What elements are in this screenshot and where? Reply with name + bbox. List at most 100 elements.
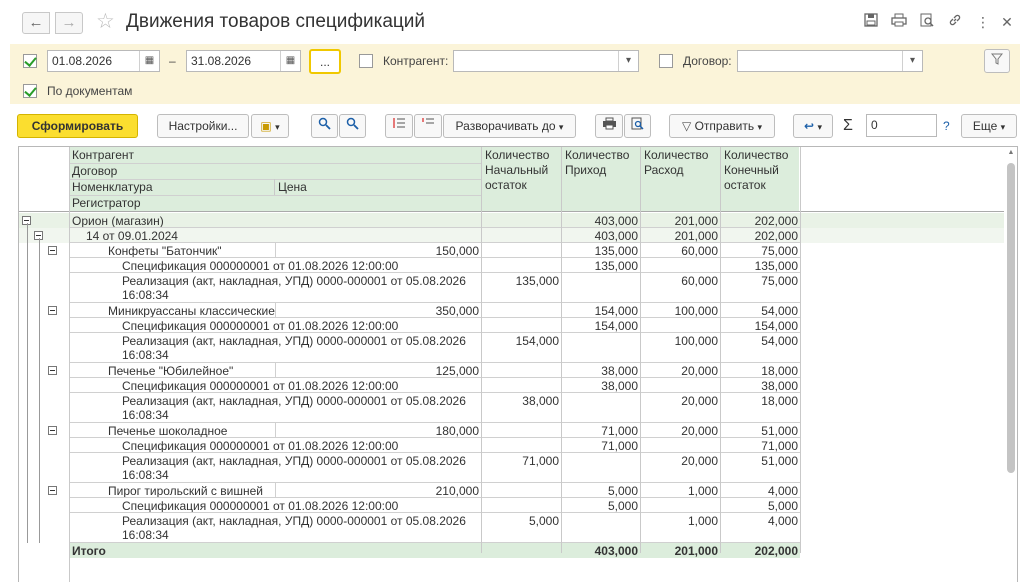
sum-field[interactable]: 0 <box>866 114 937 137</box>
document-row[interactable]: Спецификация 000000001 от 01.08.2026 12:… <box>19 438 1004 453</box>
header-qty-start-line: Начальный <box>485 163 549 177</box>
preview-icon[interactable] <box>918 13 936 31</box>
cell-out: 100,000 <box>674 304 718 318</box>
document-row[interactable]: Реализация (акт, накладная, УПД) 0000-00… <box>19 513 1004 543</box>
cell-in: 403,000 <box>594 229 638 243</box>
row-name: Пирог тирольский с вишней <box>108 484 263 498</box>
link-icon[interactable] <box>946 13 964 31</box>
print-icon <box>602 117 616 130</box>
header-qty-out-line: Количество <box>644 148 709 162</box>
price-divider <box>275 483 276 498</box>
date-to-field[interactable]: 31.08.2026 ▦ <box>186 50 301 72</box>
total-in: 403,000 <box>594 544 638 558</box>
row-name: Спецификация 000000001 от 01.08.2026 12:… <box>122 439 399 453</box>
expand-to-label: Разворачивать до <box>455 119 556 133</box>
goto-button[interactable]: ↩ ▾ <box>793 114 833 138</box>
send-button[interactable]: ▽ Отправить ▾ <box>669 114 775 138</box>
collapse-toggle-icon[interactable] <box>48 366 57 375</box>
chevron-down-icon[interactable]: ▾ <box>618 51 638 71</box>
cell-out: 100,000 <box>674 334 718 348</box>
period-select-button[interactable]: ... <box>309 49 341 74</box>
cell-end: 51,000 <box>761 424 798 438</box>
collapse-toggle-icon[interactable] <box>48 426 57 435</box>
find-next-button[interactable] <box>339 114 366 138</box>
forward-button[interactable]: → <box>55 12 83 34</box>
product-row[interactable]: Печенье "Юбилейное" 125,000 38,000 20,000 18… <box>19 363 1004 378</box>
document-row[interactable]: Спецификация 000000001 от 01.08.2026 12:… <box>19 318 1004 333</box>
calendar-icon[interactable]: ▦ <box>280 51 300 71</box>
group-row[interactable]: Орион (магазин) 403,000 201,000 202,000 <box>19 213 1004 228</box>
cell-end: 202,000 <box>754 229 798 243</box>
search-button[interactable] <box>311 114 338 138</box>
collapse-all-button[interactable] <box>385 114 413 138</box>
product-row[interactable]: Конфеты "Батончик" 150,000 135,000 60,000 75… <box>19 243 1004 258</box>
variant-icon: ▣ <box>260 119 272 133</box>
print-icon[interactable] <box>890 13 908 31</box>
product-row[interactable]: Печенье шоколадное 180,000 71,000 20,000 51,… <box>19 423 1004 438</box>
period-checkbox[interactable] <box>23 54 37 68</box>
product-row[interactable]: Миникруассаны классические 350,000 154,000… <box>19 303 1004 318</box>
row-name: Реализация (акт, накладная, УПД) 0000-00… <box>122 454 466 468</box>
cell-in: 5,000 <box>607 499 638 513</box>
more-vertical-icon[interactable]: ⋮ <box>974 13 992 31</box>
by-documents-checkbox[interactable] <box>23 84 37 98</box>
document-row[interactable]: Реализация (акт, накладная, УПД) 0000-00… <box>19 273 1004 303</box>
collapse-toggle-icon[interactable] <box>48 246 57 255</box>
chevron-down-icon: ▾ <box>1000 122 1006 132</box>
preview-button[interactable] <box>624 114 651 138</box>
tree-line <box>39 238 40 543</box>
vertical-scrollbar[interactable] <box>1007 163 1015 473</box>
cell-start: 154,000 <box>515 334 559 348</box>
document-row[interactable]: Реализация (акт, накладная, УПД) 0000-00… <box>19 393 1004 423</box>
generate-button[interactable]: Сформировать <box>17 114 138 138</box>
row-name: Конфеты "Батончик" <box>108 244 222 258</box>
favorite-star-icon[interactable]: ☆ <box>96 9 115 34</box>
chevron-down-icon[interactable]: ▾ <box>902 51 922 71</box>
document-row[interactable]: Реализация (акт, накладная, УПД) 0000-00… <box>19 453 1004 483</box>
header-qty-out: Количество Расход <box>641 148 708 178</box>
price-divider <box>275 303 276 318</box>
collapse-toggle-icon[interactable] <box>48 486 57 495</box>
document-row[interactable]: Спецификация 000000001 от 01.08.2026 12:… <box>19 498 1004 513</box>
cell-in: 71,000 <box>601 424 638 438</box>
document-row[interactable]: Спецификация 000000001 от 01.08.2026 12:… <box>19 378 1004 393</box>
funnel-icon <box>990 53 1004 65</box>
back-button[interactable]: ← <box>22 12 50 34</box>
price-divider <box>275 243 276 258</box>
close-icon[interactable]: ✕ <box>998 13 1016 31</box>
counterparty-checkbox[interactable] <box>359 54 373 68</box>
filter-button[interactable] <box>984 49 1010 73</box>
group-row[interactable]: 14 от 09.01.2024 403,000 201,000 202,000 <box>19 228 1004 243</box>
cell-end: 202,000 <box>754 214 798 228</box>
contract-checkbox[interactable] <box>659 54 673 68</box>
help-link[interactable]: ? <box>943 119 950 133</box>
cell-price: 125,000 <box>435 364 479 378</box>
document-row[interactable]: Спецификация 000000001 от 01.08.2026 12:… <box>19 258 1004 273</box>
expand-all-button[interactable] <box>414 114 442 138</box>
cell-in: 154,000 <box>594 319 638 333</box>
variant-menu-button[interactable]: ▣ ▾ <box>251 114 289 138</box>
product-row[interactable]: Пирог тирольский с вишней 210,000 5,000 1,0… <box>19 483 1004 498</box>
print-button[interactable] <box>595 114 623 138</box>
scroll-up-icon[interactable]: ▲ <box>1007 149 1015 156</box>
row-name: Печенье "Юбилейное" <box>108 364 234 378</box>
counterparty-field[interactable]: ▾ <box>453 50 639 72</box>
save-icon[interactable] <box>862 13 880 31</box>
cell-end: 4,000 <box>767 484 798 498</box>
date-from-field[interactable]: 01.08.2026 ▦ <box>47 50 160 72</box>
cell-end: 18,000 <box>761 394 798 408</box>
contract-field[interactable]: ▾ <box>737 50 923 72</box>
cell-end: 154,000 <box>754 319 798 333</box>
column-divider <box>640 147 641 553</box>
cell-in: 71,000 <box>601 439 638 453</box>
total-out: 201,000 <box>674 544 718 558</box>
title-bar: ← → ☆ Движения товаров спецификаций ⋮ ✕ <box>0 0 1024 44</box>
collapse-toggle-icon[interactable] <box>48 306 57 315</box>
total-row[interactable]: Итого 403,000 201,000 202,000 <box>69 543 800 558</box>
cell-start: 71,000 <box>522 454 559 468</box>
more-button[interactable]: Еще ▾ <box>961 114 1017 138</box>
calendar-icon[interactable]: ▦ <box>139 51 159 71</box>
expand-to-button[interactable]: Разворачивать до ▾ <box>443 114 576 138</box>
settings-button[interactable]: Настройки... <box>157 114 249 138</box>
document-row[interactable]: Реализация (акт, накладная, УПД) 0000-00… <box>19 333 1004 363</box>
